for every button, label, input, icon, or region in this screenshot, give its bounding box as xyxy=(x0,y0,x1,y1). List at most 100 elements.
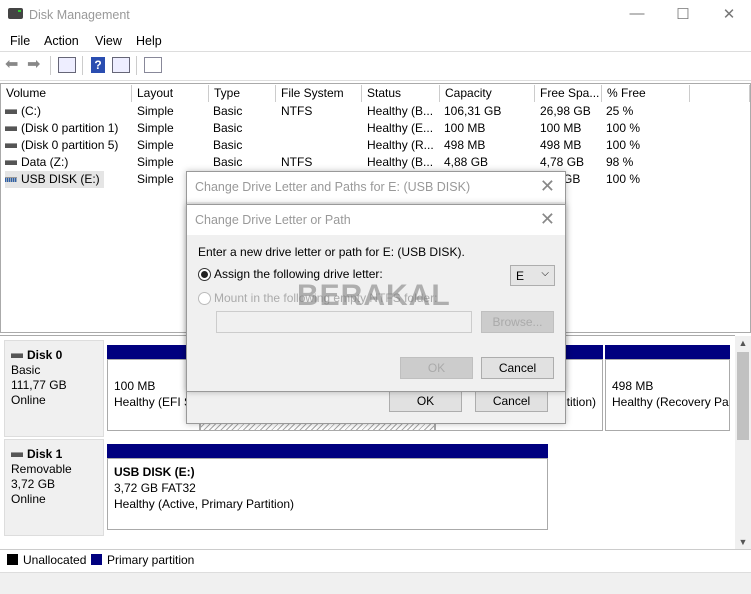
cell-percent-free: 100 % xyxy=(606,171,640,188)
cell-text: Simple xyxy=(137,155,174,169)
disk-state: Online xyxy=(11,393,46,407)
dialog-prompt: Enter a new drive letter or path for E: … xyxy=(198,245,465,259)
cell-file-system: NTFS xyxy=(281,103,312,120)
cell-text: USB DISK (E:) xyxy=(21,172,100,186)
cell-text: 100 MB xyxy=(444,121,486,135)
cell-text: Basic xyxy=(213,138,243,152)
cell-text: 4,78 GB xyxy=(540,155,585,169)
dialog-title-bar: Change Drive Letter and Paths for E: (US… xyxy=(187,172,565,202)
browse-button[interactable]: Browse... xyxy=(481,311,554,333)
scroll-up-icon[interactable]: ▲ xyxy=(735,338,751,348)
close-icon[interactable]: ✕ xyxy=(540,176,555,197)
partition-body: USB DISK (E:) 3,72 GB FAT32 Healthy (Act… xyxy=(107,458,548,530)
close-icon[interactable]: ✕ xyxy=(540,209,555,230)
cell-percent-free: 25 % xyxy=(606,103,633,120)
cell-text: Simple xyxy=(137,138,174,152)
column-header-volume[interactable]: Volume xyxy=(1,85,132,102)
cell-layout: Simple xyxy=(137,137,174,154)
partition-status: Healthy (Active, Primary Partition) xyxy=(114,497,295,511)
letter-ok-button[interactable]: OK xyxy=(400,357,473,379)
cell-text: Data (Z:) xyxy=(21,155,69,169)
cell-volume[interactable]: (C:) xyxy=(5,103,41,120)
drive-letter-select[interactable]: E ⌵ xyxy=(510,265,555,286)
primary-partition-swatch xyxy=(91,554,102,565)
cell-capacity: 498 MB xyxy=(444,137,485,154)
cell-file-system: NTFS xyxy=(281,154,312,171)
menu-action[interactable]: Action xyxy=(44,34,79,48)
properties-checklist-icon[interactable] xyxy=(144,57,162,73)
scroll-down-icon[interactable]: ▼ xyxy=(735,537,751,547)
chevron-down-icon: ⌵ xyxy=(541,268,549,279)
cell-text: (C:) xyxy=(21,104,41,118)
cell-text: NTFS xyxy=(281,104,313,118)
help-icon[interactable]: ? xyxy=(91,57,105,73)
letter-cancel-button[interactable]: Cancel xyxy=(481,357,554,379)
watermark: BERAKAL xyxy=(297,279,451,312)
radio-unselected-icon[interactable] xyxy=(198,292,211,306)
cell-volume[interactable]: Data (Z:) xyxy=(5,154,68,171)
partition-size: 100 MB xyxy=(114,379,156,393)
partition-status: Healthy (Recovery Pa xyxy=(612,395,729,409)
paths-cancel-button[interactable]: Cancel xyxy=(475,390,548,412)
partition-recovery[interactable]: 498 MB Healthy (Recovery Pa xyxy=(605,345,730,431)
action-pane-icon[interactable] xyxy=(112,57,130,73)
cell-volume[interactable]: (Disk 0 partition 1) xyxy=(5,120,118,137)
column-header-file-system[interactable]: File System xyxy=(276,85,362,102)
close-button[interactable]: ✕ xyxy=(714,5,744,25)
cell-capacity: 100 MB xyxy=(444,120,485,137)
cell-text: 100 % xyxy=(606,172,641,186)
cell-text: 25 % xyxy=(606,104,634,118)
unallocated-swatch xyxy=(7,554,18,565)
vertical-scrollbar[interactable]: ▲ ▼ xyxy=(735,336,751,549)
menu-view[interactable]: View xyxy=(95,34,122,48)
cell-text: Simple xyxy=(137,172,174,186)
cell-free-space: 498 MB xyxy=(540,137,581,154)
column-header-layout[interactable]: Layout xyxy=(132,85,209,102)
paths-ok-button[interactable]: OK xyxy=(389,390,462,412)
column-header-capacity[interactable]: Capacity xyxy=(440,85,535,102)
cell-capacity: 4,88 GB xyxy=(444,154,488,171)
legend-primary: Primary partition xyxy=(107,553,195,567)
disk-1-info[interactable]: Disk 1 Removable 3,72 GB Online xyxy=(4,439,104,536)
volume-icon xyxy=(5,160,17,166)
column-header-empty xyxy=(690,85,750,102)
primary-partition-bar xyxy=(107,444,548,458)
back-arrow-icon[interactable]: ⬅ xyxy=(5,57,23,73)
column-header-percent-free[interactable]: % Free xyxy=(602,85,690,102)
cell-text: Basic xyxy=(213,155,243,169)
radio-selected-icon[interactable] xyxy=(198,268,211,282)
volume-icon xyxy=(5,126,17,132)
console-tree-icon[interactable] xyxy=(58,57,76,73)
cell-type: Basic xyxy=(213,103,242,120)
cell-volume[interactable]: (Disk 0 partition 5) xyxy=(5,137,118,154)
toolbar-separator xyxy=(136,56,137,75)
cell-text: (Disk 0 partition 5) xyxy=(21,138,119,152)
cell-text: Healthy (B... xyxy=(367,104,434,118)
cell-text: Basic xyxy=(213,121,243,135)
cell-free-space: 100 MB xyxy=(540,120,581,137)
scrollbar-thumb[interactable] xyxy=(737,352,749,440)
cell-status: Healthy (E... xyxy=(367,120,433,137)
column-header-type[interactable]: Type xyxy=(209,85,276,102)
maximize-button[interactable]: ☐ xyxy=(668,5,698,25)
cell-layout: Simple xyxy=(137,171,174,188)
disk-management-app-icon xyxy=(8,8,23,19)
cell-status: Healthy (R... xyxy=(367,137,434,154)
disk-type: Removable xyxy=(11,462,72,476)
window-title: Disk Management xyxy=(29,8,130,22)
minimize-button[interactable]: — xyxy=(622,5,652,25)
menu-file[interactable]: File xyxy=(10,34,30,48)
partition-usb[interactable]: USB DISK (E:) 3,72 GB FAT32 Healthy (Act… xyxy=(107,444,548,530)
cell-text: Simple xyxy=(137,104,174,118)
cell-text: 498 MB xyxy=(540,138,582,152)
folder-path-input[interactable] xyxy=(216,311,472,333)
menu-help[interactable]: Help xyxy=(136,34,162,48)
column-header-free-space[interactable]: Free Spa... xyxy=(535,85,602,102)
volume-icon xyxy=(5,109,17,115)
disk-0-info[interactable]: Disk 0 Basic 111,77 GB Online xyxy=(4,340,104,437)
primary-partition-bar xyxy=(605,345,730,359)
cell-volume[interactable]: USB DISK (E:) xyxy=(5,171,104,188)
forward-arrow-icon[interactable]: ➡ xyxy=(27,57,45,73)
cell-text: Healthy (B... xyxy=(367,155,434,169)
column-header-status[interactable]: Status xyxy=(362,85,440,102)
